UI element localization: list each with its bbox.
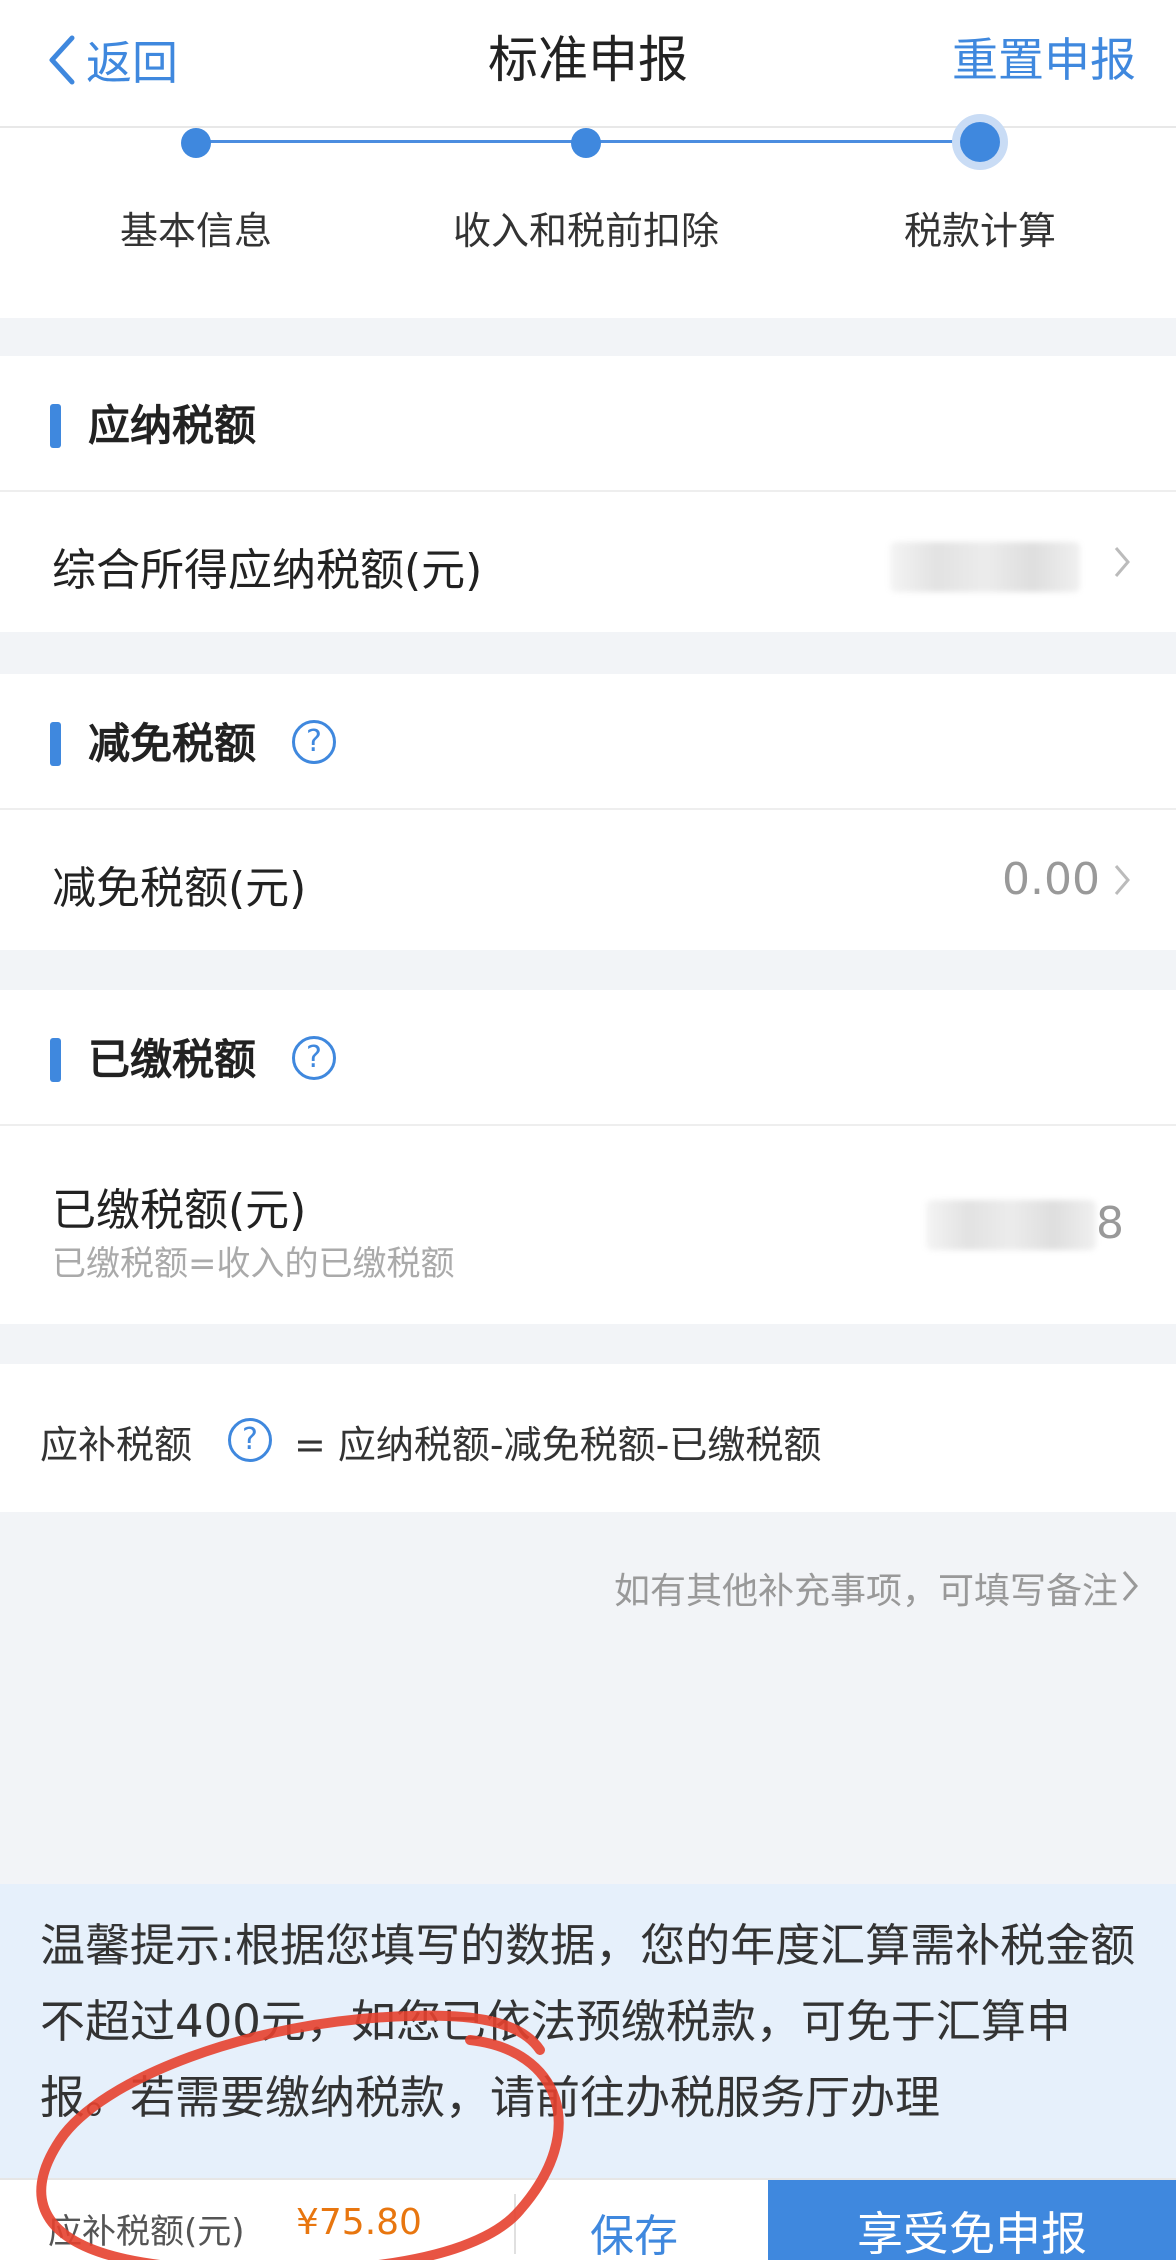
- help-icon[interactable]: ?: [292, 720, 336, 764]
- step-label-tax-calculation[interactable]: 税款计算: [904, 200, 1056, 255]
- chevron-right-icon: [1114, 547, 1130, 577]
- section-payable-header: 应纳税额: [0, 356, 1176, 492]
- section-reduction-header: 减免税额 ?: [0, 674, 1176, 810]
- tip-text: 温馨提示:根据您填写的数据，您的年度汇算需补税金额不超过400元，如您已依法预缴…: [40, 1919, 1136, 2124]
- step-dot-3: [960, 122, 1000, 162]
- step-dot-1: [181, 128, 211, 158]
- chevron-right-icon: [1122, 1571, 1138, 1601]
- row-reduction-amount[interactable]: 减免税额(元) 0.00: [0, 810, 1176, 950]
- exempt-declaration-button[interactable]: 享受免申报: [768, 2180, 1176, 2260]
- section-title: 应纳税额: [88, 401, 257, 450]
- due-label: 应补税额(元): [48, 2212, 245, 2252]
- nav-header: 返回 标准申报 重置申报: [0, 0, 1176, 128]
- remark-link[interactable]: 如有其他补充事项，可填写备注: [614, 1562, 1118, 1614]
- formula-row: 应补税额 ? = 应纳税额-减免税额-已缴税额: [0, 1364, 1176, 1512]
- obscured-value: [926, 1200, 1096, 1250]
- row-payable-amount[interactable]: 综合所得应纳税额(元): [0, 492, 1176, 632]
- step-label-income-deductions[interactable]: 收入和税前扣除: [453, 200, 719, 255]
- help-icon[interactable]: ?: [228, 1418, 272, 1462]
- row-paid-amount[interactable]: 已缴税额(元) 已缴税额=收入的已缴税额 8: [0, 1126, 1176, 1324]
- section-accent-bar: [50, 404, 61, 448]
- bottom-bar: 应补税额(元) ¥75.80 保存 享受免申报: [0, 2178, 1176, 2260]
- section-paid-header: 已缴税额 ?: [0, 990, 1176, 1126]
- row-value: 8: [1096, 1198, 1124, 1249]
- section-accent-bar: [50, 722, 61, 766]
- section-title: 减免税额: [88, 719, 257, 768]
- section-accent-bar: [50, 1038, 61, 1082]
- divider: [514, 2194, 516, 2254]
- step-label-basic-info[interactable]: 基本信息: [120, 200, 272, 255]
- tip-banner: 温馨提示:根据您填写的数据，您的年度汇算需补税金额不超过400元，如您已依法预缴…: [0, 1884, 1176, 2178]
- save-button[interactable]: 保存: [590, 2200, 678, 2260]
- row-label: 减免税额(元): [52, 863, 307, 914]
- help-icon[interactable]: ?: [292, 1036, 336, 1080]
- row-sub-label: 已缴税额=收入的已缴税额: [52, 1244, 455, 1284]
- obscured-value: [890, 542, 1080, 592]
- reset-button[interactable]: 重置申报: [952, 28, 1136, 92]
- row-label: 已缴税额(元): [52, 1185, 307, 1236]
- row-label: 综合所得应纳税额(元): [52, 545, 483, 596]
- formula-label: 应补税额: [40, 1423, 193, 1467]
- row-value: 0.00: [1002, 854, 1100, 905]
- step-dot-2: [571, 128, 601, 158]
- due-value: ¥75.80: [296, 2202, 422, 2243]
- step-progress: 基本信息 收入和税前扣除 税款计算: [0, 122, 1176, 318]
- section-title: 已缴税额: [88, 1035, 257, 1084]
- formula-text: = 应纳税额-减免税额-已缴税额: [294, 1423, 822, 1467]
- chevron-right-icon: [1114, 865, 1130, 895]
